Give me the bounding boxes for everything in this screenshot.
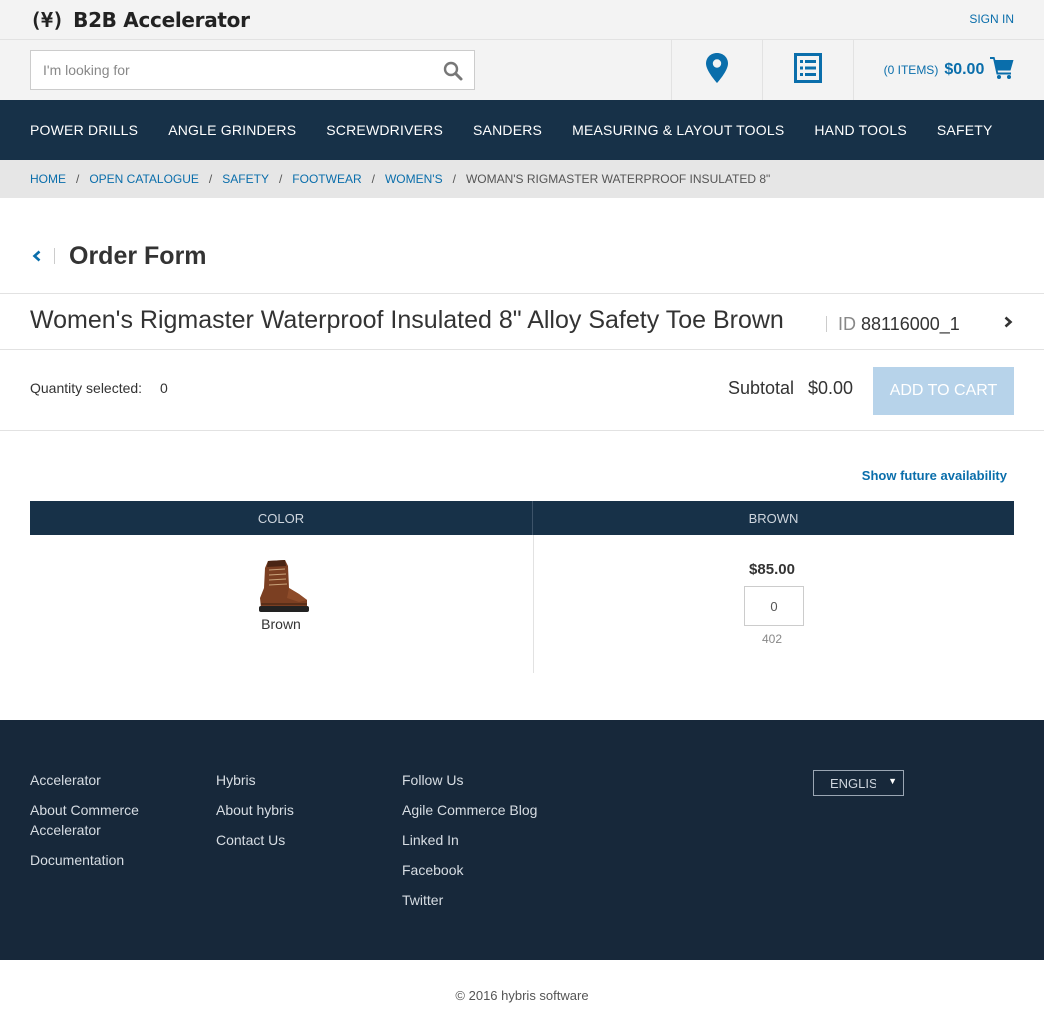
breadcrumb-womens[interactable]: WOMEN'S [385,172,443,186]
site-logo[interactable]: (¥) B2B Accelerator [30,8,250,32]
footer-link-documentation[interactable]: Documentation [30,850,200,870]
color-column-header: COLOR [30,501,533,535]
footer-link-twitter[interactable]: Twitter [402,890,572,910]
cart-total: $0.00 [944,61,985,78]
footer-column-follow-us: Follow Us Agile Commerce Blog Linked In … [402,770,572,920]
footer-link-about-hybris[interactable]: About hybris [216,800,386,820]
product-name: Women's Rigmaster Waterproof Insulated 8… [30,306,784,334]
grid-column-divider [533,535,534,673]
order-summary: Quantity selected: 0 Subtotal $0.00 ADD … [0,350,1044,431]
category-nav: POWER DRILLS ANGLE GRINDERS SCREWDRIVERS… [0,100,1044,160]
footer-link-about-commerce-accelerator[interactable]: About Commerce Accelerator [30,800,200,840]
breadcrumb-open-catalogue[interactable]: OPEN CATALOGUE [89,172,199,186]
product-id: 88116000_1 [861,314,960,334]
footer-link-facebook[interactable]: Facebook [402,860,572,880]
copyright-text: © 2016 hybris software [455,987,589,1003]
variant-price: $85.00 [749,561,795,578]
breadcrumb-separator: / [371,172,375,186]
search-box [30,50,475,90]
mini-cart[interactable]: (0 ITEMS) $0.00 [853,40,1044,100]
order-form-header: Order Form [30,240,207,272]
footer-link-linked-in[interactable]: Linked In [402,830,572,850]
subtotal-label: Subtotal [728,378,795,398]
store-finder-button[interactable] [671,40,762,100]
variant-color-name: Brown [261,616,301,632]
breadcrumb-current: WOMAN'S RIGMASTER WATERPROOF INSULATED 8… [465,172,771,186]
breadcrumb-separator: / [76,172,80,186]
product-title-bar: Women's Rigmaster Waterproof Insulated 8… [0,293,1044,350]
map-marker-icon [705,52,729,89]
breadcrumb-separator: / [278,172,283,186]
search-row: (0 ITEMS) $0.00 [0,40,1044,100]
quantity-selected-label: Quantity selected: [30,380,143,396]
quantity-selected-value: 0 [160,380,168,396]
header-divider [54,248,55,264]
logo-mark: (¥) [30,8,64,32]
shopping-cart-icon [990,56,1014,84]
id-divider [826,316,827,332]
footer-link-agile-commerce-blog[interactable]: Agile Commerce Blog [402,800,572,820]
language-select[interactable]: ENGLISH ▼ [813,770,904,796]
top-bar: (¥) B2B Accelerator SIGN IN [0,0,1044,40]
search-icon[interactable] [442,60,464,82]
product-id-label: ID [838,314,856,334]
breadcrumb: HOME / OPEN CATALOGUE / SAFETY / FOOTWEA… [0,160,1044,198]
chevron-right-icon[interactable] [1001,315,1015,329]
footer-heading-accelerator: Accelerator [30,772,101,788]
language-selected-value: ENGLISH [830,775,876,791]
breadcrumb-safety[interactable]: SAFETY [222,172,269,186]
list-icon [794,52,822,88]
add-to-cart-button[interactable]: ADD TO CART [873,367,1014,415]
breadcrumb-separator: / [452,172,456,186]
brown-column-header: BROWN [748,510,799,526]
site-footer: Accelerator About Commerce Accelerator D… [0,720,1044,960]
copyright-bar: © 2016 hybris software [0,960,1044,1030]
footer-column-hybris: Hybris About hybris Contact Us [216,770,386,860]
subtotal-value: $0.00 [808,378,854,398]
chevron-left-icon[interactable] [30,249,44,263]
nav-item-sanders[interactable]: SANDERS [473,122,542,138]
nav-item-hand-tools[interactable]: HAND TOOLS [814,122,907,138]
boot-product-image [255,558,309,614]
nav-item-screwdrivers[interactable]: SCREWDRIVERS [326,122,443,138]
nav-item-measuring-layout-tools[interactable]: MEASURING & LAYOUT TOOLS [572,122,784,138]
page-title: Order Form [69,241,207,270]
breadcrumb-footwear[interactable]: FOOTWEAR [292,172,361,186]
search-input[interactable] [31,51,421,89]
footer-heading-follow-us: Follow Us [402,772,464,788]
breadcrumb-home[interactable]: HOME [30,172,66,186]
cart-item-count: (0 ITEMS) [883,63,939,77]
nav-item-power-drills[interactable]: POWER DRILLS [30,122,138,138]
footer-column-accelerator: Accelerator About Commerce Accelerator D… [30,770,200,880]
brand-name: B2B Accelerator [73,8,250,32]
sign-in-link[interactable]: SIGN IN [969,12,1014,26]
nav-item-safety[interactable]: SAFETY [937,122,993,138]
nav-item-angle-grinders[interactable]: ANGLE GRINDERS [168,122,296,138]
show-future-availability-link[interactable]: Show future availability [862,468,1007,483]
quick-order-button[interactable] [762,40,853,100]
stock-level: 402 [761,632,783,646]
footer-link-contact-us[interactable]: Contact Us [216,830,386,850]
variant-quantity-input[interactable] [744,586,804,626]
caret-down-icon: ▼ [888,776,897,786]
footer-heading-hybris: Hybris [216,772,256,788]
variant-grid-header: COLOR BROWN [30,501,1014,535]
breadcrumb-separator: / [208,172,213,186]
